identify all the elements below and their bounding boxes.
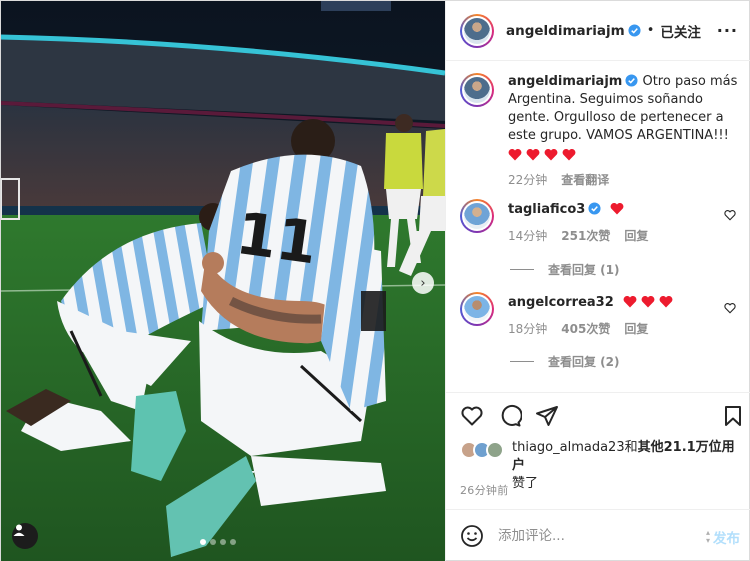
caption-time: 22分钟 [508,173,548,187]
next-photo-button[interactable]: › [412,272,434,294]
carousel-indicator [200,539,236,545]
comments-list[interactable]: angeldimariajm Otro paso más Argentina. … [446,61,750,391]
author-username[interactable]: angeldimariajm [506,23,625,39]
liker-avatars [460,441,504,459]
red-heart-emoji-icon [526,148,540,161]
post-timestamp[interactable]: 26分钟前 [460,482,509,498]
instagram-post-dialog: 11 › angeldimariajm • 已关注 ··· angeldimar… [0,0,750,561]
verified-badge-icon [588,202,601,215]
liker-username[interactable]: thiago_almada23 [512,440,625,455]
reply-button[interactable]: 回复 [624,320,648,338]
resize-arrows-icon: ▴ ▾ [705,528,710,545]
comment-item: angelcorrea32 18分钟 405次赞 回复 [460,292,740,338]
smiley-icon[interactable] [460,524,484,548]
red-heart-emoji-icon [508,148,522,161]
comment-time: 18分钟 [508,322,548,336]
author-avatar[interactable] [460,13,494,48]
likes-suffix: 赞了 [512,476,539,491]
red-heart-emoji-icon [611,202,624,215]
red-heart-emoji-icon [641,295,655,308]
caption-author-avatar[interactable] [460,73,494,107]
red-heart-emoji-icon [659,295,673,308]
view-replies-label: 查看回复 (2) [548,355,620,369]
verified-badge-icon [625,74,638,87]
carousel-dot [230,539,236,545]
comment-item: tagliafico3 14分钟 251次赞 回复 [460,199,740,245]
heart-outline-icon[interactable] [724,209,736,221]
more-options-icon[interactable]: ··· [717,21,738,40]
user-icon [13,524,25,536]
likes-connector: 和 [624,440,638,455]
red-heart-emoji-icon [562,148,576,161]
comment-time: 14分钟 [508,229,548,243]
comment-input[interactable] [498,526,688,546]
comment-username[interactable]: tagliafico3 [508,202,585,217]
comment-like-count[interactable]: 405次赞 [561,320,610,338]
view-replies-button[interactable]: 查看回复 (1) [510,261,620,278]
caption: angeldimariajm Otro paso más Argentina. … [460,73,740,189]
header-separator: • [646,23,655,38]
post-side-panel: angeldimariajm • 已关注 ··· angeldimariajm … [445,1,750,561]
speech-bubble-icon[interactable] [498,404,522,428]
paper-plane-icon[interactable] [535,404,559,428]
post-comment-button[interactable]: ▴ ▾ 发布 [705,527,740,548]
red-heart-emoji-icon [544,148,558,161]
tagged-users-button[interactable] [12,523,38,549]
following-button[interactable]: 已关注 [660,21,701,41]
add-comment-bar: ▴▾ 发布 [446,509,750,561]
carousel-dot [210,539,216,545]
comment-username[interactable]: angelcorrea32 [508,295,614,310]
post-comment-label: 发布 [713,531,740,547]
post-header: angeldimariajm • 已关注 ··· [446,1,750,61]
action-bar [446,392,750,438]
verified-badge-icon [628,24,641,37]
see-translation-link[interactable]: 查看翻译 [561,171,609,189]
red-heart-emoji-icon [623,295,637,308]
svg-text:11: 11 [232,199,321,278]
carousel-dot [220,539,226,545]
avatar [486,441,504,459]
heart-outline-icon[interactable] [460,404,484,428]
caption-hearts [508,147,740,165]
reply-button[interactable]: 回复 [624,227,648,245]
bookmark-icon[interactable] [721,404,745,428]
heart-outline-icon[interactable] [724,302,736,314]
carousel-dot [200,539,206,545]
commenter-avatar[interactable] [460,292,494,326]
photo-illustration: 11 [1,1,445,561]
view-replies-label: 查看回复 (1) [548,263,620,277]
comment-like-count[interactable]: 251次赞 [561,227,610,245]
chevron-right-icon: › [420,275,426,291]
commenter-avatar[interactable] [460,199,494,233]
view-replies-button[interactable]: 查看回复 (2) [510,353,620,370]
caption-username[interactable]: angeldimariajm [508,74,622,89]
post-photo[interactable]: 11 › [1,1,445,561]
